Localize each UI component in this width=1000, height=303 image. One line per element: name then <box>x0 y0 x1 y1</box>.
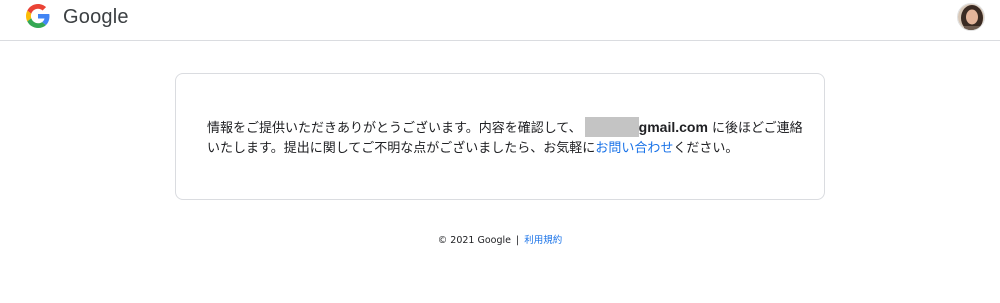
contact-us-link[interactable]: お問い合わせ <box>595 141 673 156</box>
copyright-text: © 2021 Google <box>437 235 511 246</box>
footer: © 2021 Google | 利用規約 <box>0 232 1000 246</box>
message-text-3: ください。 <box>673 141 739 156</box>
footer-separator: | <box>516 235 520 246</box>
terms-link[interactable]: 利用規約 <box>524 235 562 246</box>
message-text-1: 情報をご提供いただきありがとうございます。内容を確認して、 <box>207 121 582 136</box>
top-header: Google <box>0 0 1000 41</box>
email-domain: gmail.com <box>638 119 708 135</box>
user-avatar-icon[interactable] <box>957 3 985 31</box>
redacted-email-block <box>584 117 639 137</box>
brand-wordmark: Google <box>63 6 129 28</box>
confirmation-message: 情報をご提供いただきありがとうございます。内容を確認して、 gmail.com に… <box>207 117 807 159</box>
confirmation-card: 情報をご提供いただきありがとうございます。内容を確認して、 gmail.com に… <box>175 73 825 200</box>
google-g-logo-icon[interactable] <box>26 4 50 28</box>
